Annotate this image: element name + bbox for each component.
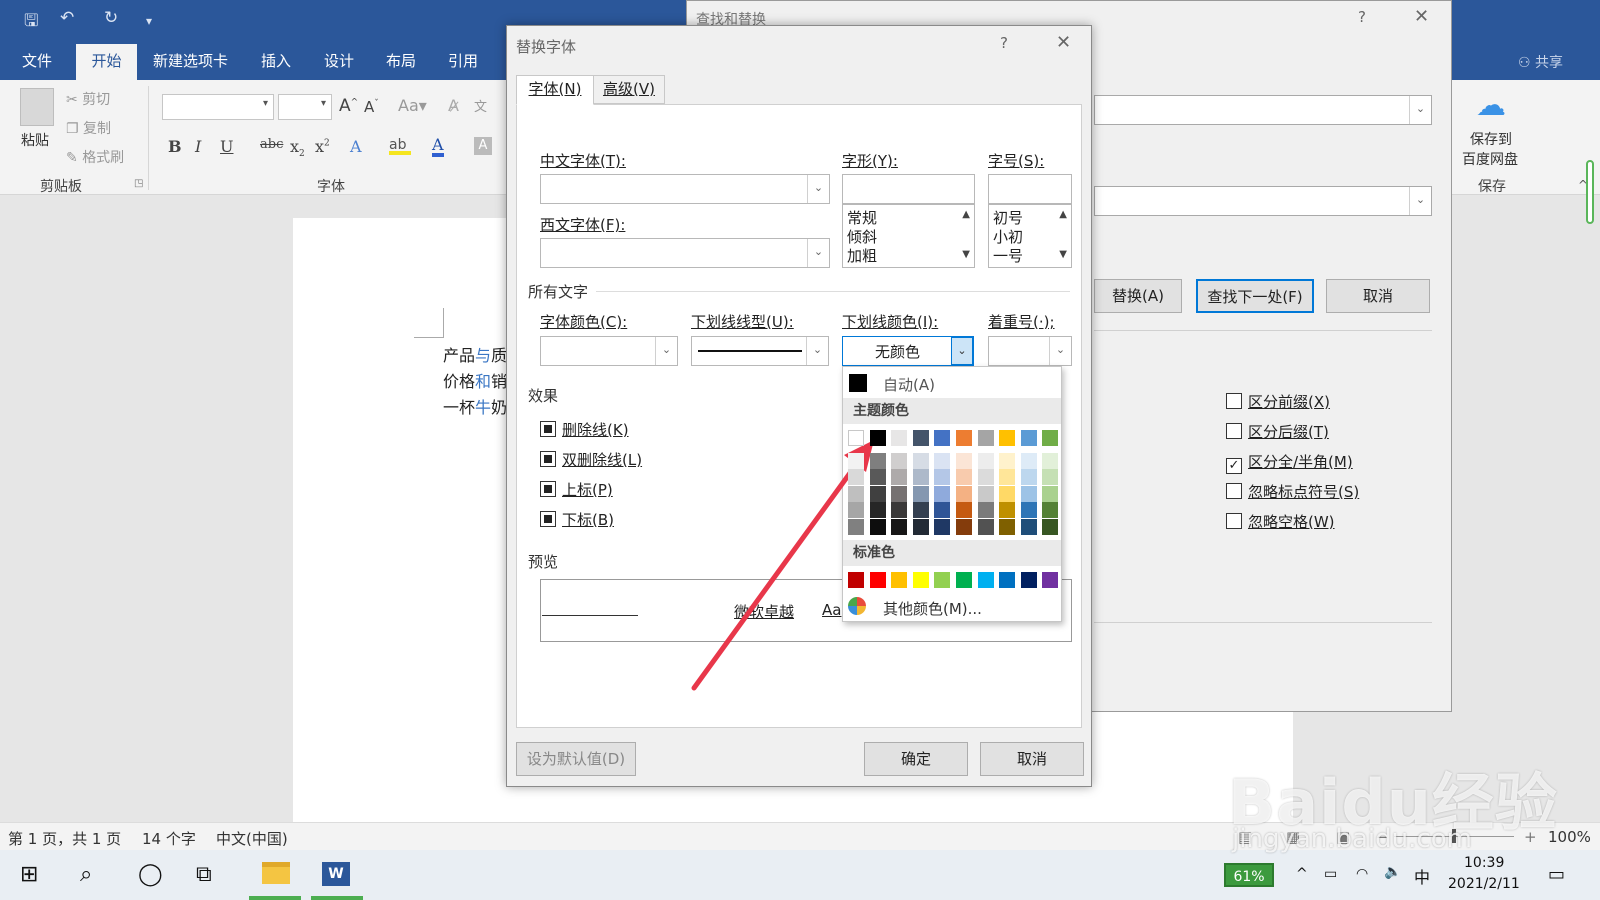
theme-tint-swatch[interactable] [956,502,972,519]
theme-tint-swatch[interactable] [1020,502,1037,519]
theme-tint-swatch[interactable] [869,453,886,469]
theme-tint-swatch[interactable] [912,518,929,535]
theme-tint-swatch[interactable] [977,453,994,469]
standard-color-swatch[interactable] [1042,572,1059,588]
theme-tint-swatch[interactable] [912,453,929,469]
theme-tint-swatch[interactable] [848,469,864,486]
standard-color-swatch[interactable] [977,572,994,588]
theme-tint-swatch[interactable] [891,518,908,535]
theme-tint-swatch[interactable] [891,502,908,519]
standard-color-swatch[interactable] [869,572,886,588]
theme-tint-swatch[interactable] [1020,485,1037,502]
theme-color-swatch[interactable] [977,430,994,446]
theme-tint-swatch[interactable] [848,485,864,502]
theme-color-swatch[interactable] [1020,430,1037,446]
standard-color-swatch[interactable] [956,572,972,588]
standard-color-swatch[interactable] [934,572,951,588]
theme-tint-swatch[interactable] [977,469,994,486]
theme-tint-swatch[interactable] [848,518,864,535]
theme-tint-swatch[interactable] [934,453,951,469]
theme-tint-swatch[interactable] [869,502,886,519]
theme-tint-swatch[interactable] [1042,502,1059,519]
theme-tint-swatch[interactable] [934,485,951,502]
theme-tint-swatch[interactable] [977,485,994,502]
theme-tint-swatch[interactable] [912,485,929,502]
theme-color-swatch[interactable] [891,430,908,446]
watermark-url: jingyan.baidu.com [1232,824,1472,854]
standard-color-swatch[interactable] [912,572,929,588]
theme-tint-swatch[interactable] [999,469,1016,486]
theme-tint-swatch[interactable] [1042,469,1059,486]
theme-color-swatch[interactable] [1042,430,1059,446]
theme-tint-swatch[interactable] [977,518,994,535]
theme-tint-swatch[interactable] [869,469,886,486]
theme-tint-swatch[interactable] [999,453,1016,469]
theme-tint-swatch[interactable] [956,518,972,535]
standard-color-swatch[interactable] [891,572,908,588]
theme-tint-swatch[interactable] [956,485,972,502]
theme-tint-swatch[interactable] [1042,453,1059,469]
theme-tint-swatch[interactable] [848,502,864,519]
theme-tint-swatch[interactable] [1042,518,1059,535]
theme-tint-swatch[interactable] [999,518,1016,535]
theme-tint-swatch[interactable] [912,469,929,486]
theme-tint-swatch[interactable] [1042,485,1059,502]
theme-tint-swatch[interactable] [999,502,1016,519]
theme-color-swatch[interactable] [869,430,886,446]
theme-tint-swatch[interactable] [869,518,886,535]
theme-tint-swatch[interactable] [977,502,994,519]
theme-tint-swatch[interactable] [891,453,908,469]
theme-tint-swatch[interactable] [956,453,972,469]
theme-tint-swatch[interactable] [1020,518,1037,535]
theme-color-swatch[interactable] [999,430,1016,446]
theme-color-swatch[interactable] [934,430,951,446]
theme-tint-swatch[interactable] [869,485,886,502]
theme-tint-swatch[interactable] [891,485,908,502]
theme-tint-swatch[interactable] [1020,469,1037,486]
standard-color-swatch[interactable] [1020,572,1037,588]
theme-color-swatch[interactable] [956,430,972,446]
standard-color-swatch[interactable] [848,572,864,588]
theme-tint-swatch[interactable] [848,453,864,469]
theme-color-swatch[interactable] [848,430,864,446]
theme-tint-swatch[interactable] [934,469,951,486]
theme-tint-swatch[interactable] [1020,453,1037,469]
theme-tint-swatch[interactable] [934,502,951,519]
theme-color-swatch[interactable] [912,430,929,446]
theme-tint-swatch[interactable] [999,485,1016,502]
theme-tint-swatch[interactable] [934,518,951,535]
theme-tint-swatch[interactable] [912,502,929,519]
theme-tint-swatch[interactable] [956,469,972,486]
theme-tint-swatch[interactable] [891,469,908,486]
standard-color-swatch[interactable] [999,572,1016,588]
